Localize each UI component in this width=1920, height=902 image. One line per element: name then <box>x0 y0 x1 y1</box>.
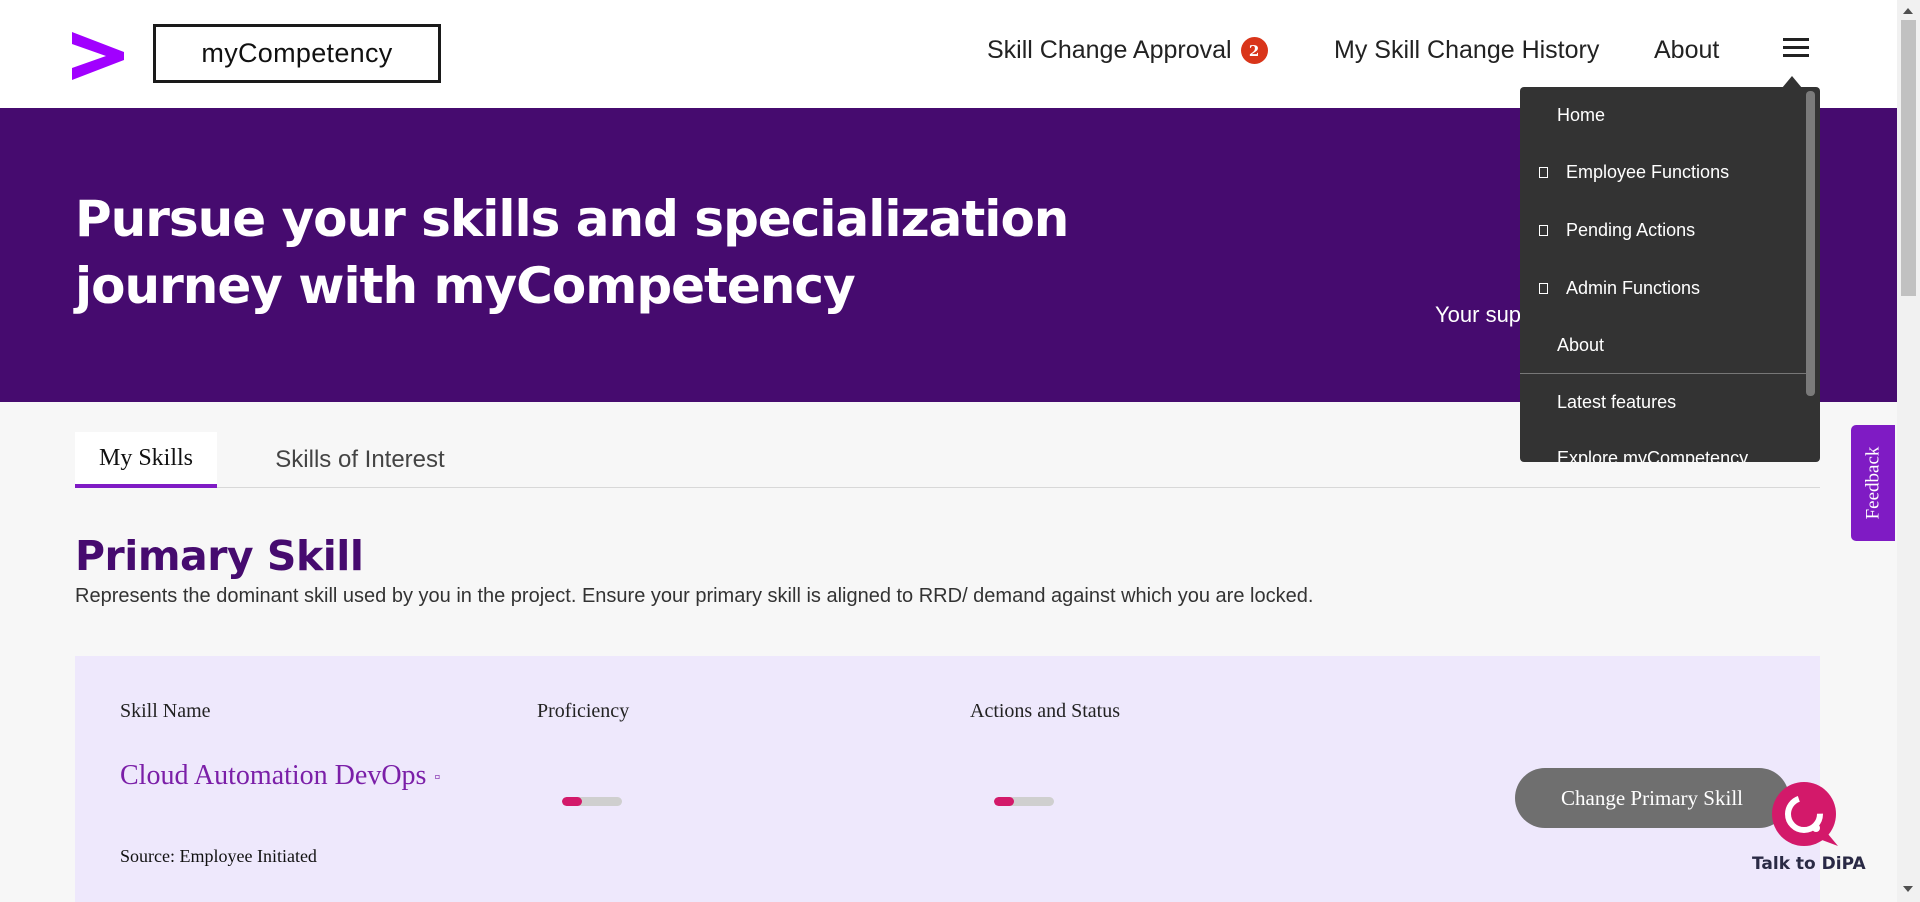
menu-item-label: Employee Functions <box>1566 161 1730 182</box>
column-skill-name: Skill Name <box>120 700 211 722</box>
column-proficiency: Proficiency <box>537 700 630 722</box>
menu-item-label: About <box>1557 334 1605 355</box>
primary-skill-title: Primary Skill <box>75 532 364 580</box>
menu-item-admin-functions[interactable]: Admin Functions <box>1520 260 1808 316</box>
tab-skills-of-interest[interactable]: Skills of Interest <box>265 432 455 488</box>
skill-name-link[interactable]: Cloud Automation DevOps ▫ <box>120 760 440 792</box>
scroll-down-arrow-icon[interactable] <box>1903 886 1913 892</box>
feedback-tab[interactable]: Feedback <box>1851 425 1895 541</box>
menu-item-home[interactable]: Home <box>1520 87 1808 143</box>
menu-item-explore[interactable]: Explore myCompetency <box>1520 430 1808 463</box>
menu-item-label: Admin Functions <box>1566 277 1701 298</box>
app-name: myCompetency <box>201 38 393 68</box>
nav-approval-label: Skill Change Approval <box>987 36 1232 64</box>
scroll-up-arrow-icon[interactable] <box>1903 8 1913 14</box>
menu-item-about[interactable]: About <box>1520 317 1808 373</box>
change-primary-skill-button[interactable]: Change Primary Skill <box>1515 768 1789 828</box>
skill-name-text: Cloud Automation DevOps <box>120 760 427 791</box>
expand-icon <box>1539 282 1548 294</box>
menu-scrollbar[interactable] <box>1806 91 1815 396</box>
accenture-logo-icon[interactable] <box>72 32 124 80</box>
status-bar <box>994 797 1054 806</box>
proficiency-bar-fill <box>562 797 582 806</box>
dipa-chat-icon <box>1772 782 1838 846</box>
scrollbar-thumb[interactable] <box>1901 20 1916 296</box>
talk-to-dipa-widget[interactable]: Talk to DiPA <box>1752 780 1866 880</box>
hero-title: Pursue your skills and specialization jo… <box>75 190 1069 315</box>
app-name-box[interactable]: myCompetency <box>153 24 441 83</box>
menu-item-label: Latest features <box>1557 391 1677 412</box>
skill-source: Source: Employee Initiated <box>120 846 317 866</box>
external-link-icon: ▫ <box>434 768 441 786</box>
expand-icon <box>1539 166 1548 178</box>
menu-item-label: Pending Actions <box>1566 219 1696 240</box>
expand-icon <box>1539 224 1548 236</box>
menu-item-latest-features[interactable]: Latest features <box>1520 374 1808 430</box>
hamburger-dropdown-menu: Home Employee Functions Pending Actions … <box>1520 87 1820 462</box>
nav-skill-change-approval[interactable]: Skill Change Approval 2 <box>987 36 1268 65</box>
menu-item-employee-functions[interactable]: Employee Functions <box>1520 144 1808 200</box>
nav-about[interactable]: About <box>1654 36 1719 65</box>
dipa-label: Talk to DiPA <box>1752 854 1866 874</box>
tab-my-skills[interactable]: My Skills <box>75 432 217 488</box>
primary-skill-card: Skill Name Proficiency Actions and Statu… <box>75 656 1820 902</box>
menu-item-label: Explore myCompetency <box>1557 447 1749 463</box>
hamburger-menu-icon[interactable] <box>1783 38 1809 66</box>
primary-skill-description: Represents the dominant skill used by yo… <box>75 585 1314 607</box>
nav-skill-change-history[interactable]: My Skill Change History <box>1334 36 1599 65</box>
menu-item-pending-actions[interactable]: Pending Actions <box>1520 202 1808 258</box>
approval-count-badge: 2 <box>1240 37 1268 64</box>
hero-support-text: Your sup <box>1435 302 1522 327</box>
proficiency-bar <box>562 797 622 806</box>
menu-item-label: Home <box>1557 104 1606 125</box>
feedback-label: Feedback <box>1862 446 1883 520</box>
page-scrollbar[interactable] <box>1897 0 1920 902</box>
column-actions-status: Actions and Status <box>970 700 1120 722</box>
status-bar-fill <box>994 797 1014 806</box>
